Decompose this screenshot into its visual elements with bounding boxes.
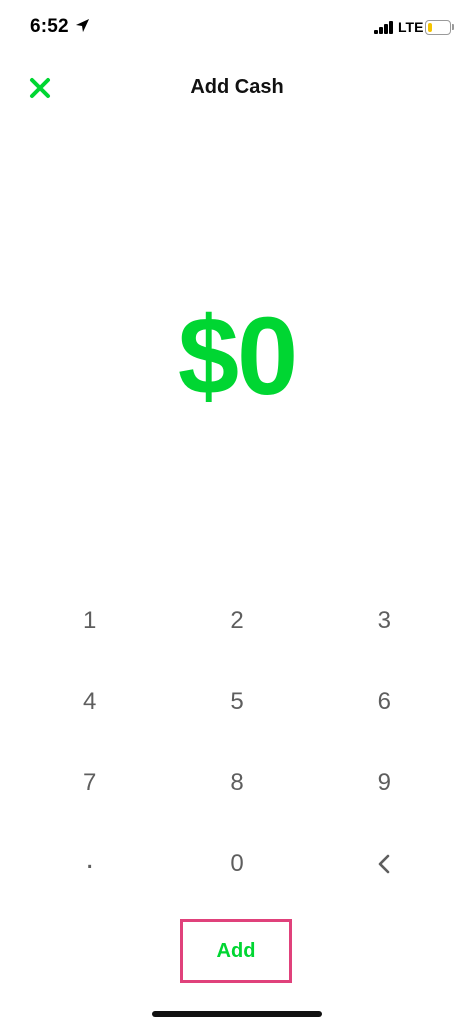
key-5[interactable]: 5 <box>163 661 310 742</box>
key-3[interactable]: 3 <box>311 580 458 661</box>
key-9[interactable]: 9 <box>311 742 458 823</box>
battery-level <box>428 23 432 32</box>
numeric-keypad: 1 2 3 4 5 6 7 8 9 . 0 <box>16 580 458 904</box>
key-2[interactable]: 2 <box>163 580 310 661</box>
key-decimal[interactable]: . <box>16 823 163 904</box>
key-6[interactable]: 6 <box>311 661 458 742</box>
status-bar: 6:52 LTE <box>0 0 474 56</box>
page-title: Add Cash <box>190 76 284 98</box>
add-button[interactable]: Add <box>180 919 292 983</box>
battery-icon <box>425 20 455 35</box>
location-arrow-icon <box>75 18 90 33</box>
key-1[interactable]: 1 <box>16 580 163 661</box>
key-7[interactable]: 7 <box>16 742 163 823</box>
backspace-button[interactable] <box>311 823 458 904</box>
home-indicator <box>152 1011 322 1017</box>
status-time: 6:52 <box>30 16 69 37</box>
key-0[interactable]: 0 <box>163 823 310 904</box>
cellular-signal-icon <box>374 21 396 34</box>
key-8[interactable]: 8 <box>163 742 310 823</box>
key-4[interactable]: 4 <box>16 661 163 742</box>
header: Add Cash <box>0 60 474 116</box>
backspace-chevron-icon <box>379 854 390 873</box>
network-type-label: LTE <box>398 19 424 35</box>
amount-display: $0 <box>177 295 298 418</box>
